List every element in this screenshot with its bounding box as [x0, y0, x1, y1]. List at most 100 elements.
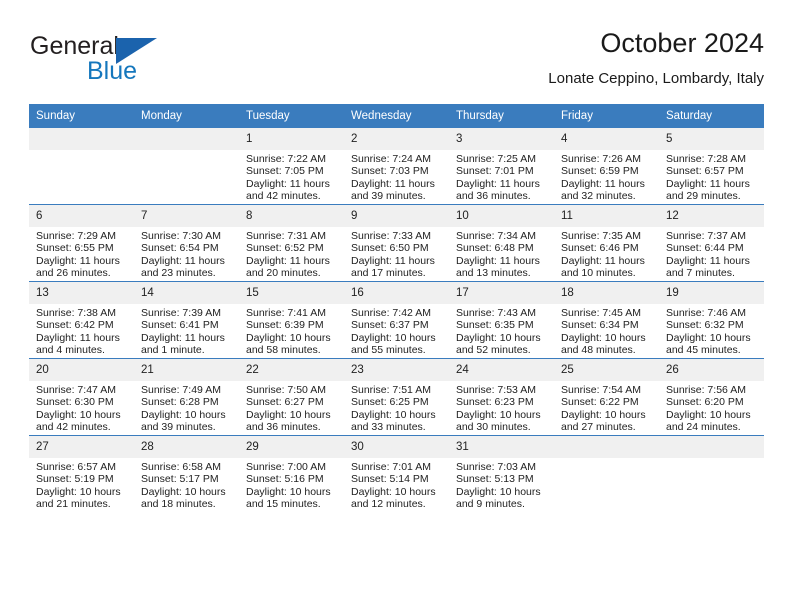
calendar-day-cell[interactable]: 13 Sunrise: 7:38 AM Sunset: 6:42 PM Dayligh… [29, 281, 134, 359]
day-details: Sunrise: 7:51 AM Sunset: 6:25 PM Daylight:… [344, 381, 449, 434]
sunset-text: Sunset: 5:17 PM [141, 473, 219, 486]
general-blue-logo[interactable]: General Blue [28, 26, 218, 88]
logo-text-general: General [30, 32, 119, 60]
calendar-day-cell[interactable]: 12 Sunrise: 7:37 AM Sunset: 6:44 PM Dayligh… [659, 204, 764, 282]
calendar-week-row: 6 Sunrise: 7:29 AM Sunset: 6:55 PM Daylight… [29, 204, 764, 282]
day-cell-inner: 11 Sunrise: 7:35 AM Sunset: 6:46 PM Dayligh… [554, 205, 659, 281]
day-cell-inner: 12 Sunrise: 7:37 AM Sunset: 6:44 PM Dayligh… [659, 205, 764, 281]
sunset-text: Sunset: 6:59 PM [561, 165, 639, 178]
calendar-day-cell[interactable]: 4 Sunrise: 7:26 AM Sunset: 6:59 PM Daylight… [554, 127, 659, 205]
calendar-day-cell[interactable]: 3 Sunrise: 7:25 AM Sunset: 7:01 PM Daylight… [449, 127, 554, 205]
daylight-text-line2: and 30 minutes. [456, 421, 531, 434]
daylight-text-line1: Daylight: 10 hours [141, 408, 226, 421]
calendar-day-cell[interactable]: 5 Sunrise: 7:28 AM Sunset: 6:57 PM Daylight… [659, 127, 764, 205]
daylight-text-line2: and 10 minutes. [561, 267, 636, 280]
calendar-day-cell[interactable]: 26 Sunrise: 7:56 AM Sunset: 6:20 PM Dayligh… [659, 358, 764, 436]
day-details: Sunrise: 7:42 AM Sunset: 6:37 PM Daylight:… [344, 304, 449, 357]
calendar-day-cell[interactable]: 1 Sunrise: 7:22 AM Sunset: 7:05 PM Daylight… [239, 127, 344, 205]
day-number: 3 [449, 128, 554, 150]
calendar-week-row: 27 Sunrise: 6:57 AM Sunset: 5:19 PM Dayligh… [29, 435, 764, 513]
day-details: Sunrise: 7:37 AM Sunset: 6:44 PM Daylight:… [659, 227, 764, 280]
calendar-day-cell[interactable]: 18 Sunrise: 7:45 AM Sunset: 6:34 PM Dayligh… [554, 281, 659, 359]
sunrise-text: Sunrise: 7:45 AM [561, 307, 641, 319]
day-cell-inner: 9 Sunrise: 7:33 AM Sunset: 6:50 PM Daylight… [344, 205, 449, 281]
sunset-text: Sunset: 6:37 PM [351, 319, 429, 332]
day-cell-inner [29, 128, 134, 204]
sunrise-text: Sunrise: 7:43 AM [456, 307, 536, 319]
calendar-day-cell[interactable]: 15 Sunrise: 7:41 AM Sunset: 6:39 PM Dayligh… [239, 281, 344, 359]
calendar-day-cell[interactable]: 17 Sunrise: 7:43 AM Sunset: 6:35 PM Dayligh… [449, 281, 554, 359]
calendar-body: 1 Sunrise: 7:22 AM Sunset: 7:05 PM Daylight… [29, 127, 764, 513]
calendar-day-cell[interactable]: 2 Sunrise: 7:24 AM Sunset: 7:03 PM Daylight… [344, 127, 449, 205]
sunset-text: Sunset: 6:39 PM [246, 319, 324, 332]
sunset-text: Sunset: 6:35 PM [456, 319, 534, 332]
day-details: Sunrise: 7:45 AM Sunset: 6:34 PM Daylight:… [554, 304, 659, 357]
day-details: Sunrise: 7:01 AM Sunset: 5:14 PM Daylight:… [344, 458, 449, 511]
daylight-text-line1: Daylight: 10 hours [666, 331, 751, 344]
day-details: Sunrise: 7:41 AM Sunset: 6:39 PM Daylight:… [239, 304, 344, 357]
daylight-text-line1: Daylight: 10 hours [36, 485, 121, 498]
day-cell-inner: 19 Sunrise: 7:46 AM Sunset: 6:32 PM Dayligh… [659, 282, 764, 358]
daylight-text-line2: and 55 minutes. [351, 344, 426, 357]
daylight-text-line2: and 24 minutes. [666, 421, 741, 434]
day-number: 26 [659, 359, 764, 381]
daylight-text-line2: and 4 minutes. [36, 344, 105, 357]
calendar-day-cell[interactable]: 10 Sunrise: 7:34 AM Sunset: 6:48 PM Dayligh… [449, 204, 554, 282]
calendar-day-cell[interactable]: 31 Sunrise: 7:03 AM Sunset: 5:13 PM Dayligh… [449, 435, 554, 513]
daylight-text-line2: and 21 minutes. [36, 498, 111, 511]
day-cell-inner: 8 Sunrise: 7:31 AM Sunset: 6:52 PM Daylight… [239, 205, 344, 281]
daylight-text-line2: and 26 minutes. [36, 267, 111, 280]
calendar-week-row: 20 Sunrise: 7:47 AM Sunset: 6:30 PM Dayligh… [29, 358, 764, 436]
calendar-day-cell[interactable]: 9 Sunrise: 7:33 AM Sunset: 6:50 PM Daylight… [344, 204, 449, 282]
weekday-header-monday: Monday [134, 104, 239, 128]
sunset-text: Sunset: 6:34 PM [561, 319, 639, 332]
logo-text-blue: Blue [87, 57, 138, 85]
sunset-text: Sunset: 7:05 PM [246, 165, 324, 178]
calendar-day-cell[interactable]: 29 Sunrise: 7:00 AM Sunset: 5:16 PM Dayligh… [239, 435, 344, 513]
day-number: 16 [344, 282, 449, 304]
calendar-day-cell[interactable]: 7 Sunrise: 7:30 AM Sunset: 6:54 PM Daylight… [134, 204, 239, 282]
day-number [554, 436, 659, 458]
sunset-text: Sunset: 5:14 PM [351, 473, 429, 486]
day-details: Sunrise: 7:29 AM Sunset: 6:55 PM Daylight:… [29, 227, 134, 280]
calendar-day-cell[interactable]: 21 Sunrise: 7:49 AM Sunset: 6:28 PM Dayligh… [134, 358, 239, 436]
daylight-text-line2: and 27 minutes. [561, 421, 636, 434]
calendar-day-cell[interactable]: 27 Sunrise: 6:57 AM Sunset: 5:19 PM Dayligh… [29, 435, 134, 513]
weekday-header-thursday: Thursday [449, 104, 554, 128]
sunrise-text: Sunrise: 7:28 AM [666, 153, 746, 165]
daylight-text-line1: Daylight: 10 hours [456, 408, 541, 421]
calendar-day-cell[interactable]: 23 Sunrise: 7:51 AM Sunset: 6:25 PM Dayligh… [344, 358, 449, 436]
sunset-text: Sunset: 6:30 PM [36, 396, 114, 409]
daylight-text-line1: Daylight: 11 hours [141, 254, 225, 267]
sunrise-text: Sunrise: 7:50 AM [246, 384, 326, 396]
page-title: October 2024 [600, 28, 764, 58]
daylight-text-line1: Daylight: 10 hours [351, 331, 436, 344]
calendar-day-cell[interactable]: 11 Sunrise: 7:35 AM Sunset: 6:46 PM Dayligh… [554, 204, 659, 282]
daylight-text-line2: and 12 minutes. [351, 498, 426, 511]
day-cell-inner: 25 Sunrise: 7:54 AM Sunset: 6:22 PM Dayligh… [554, 359, 659, 435]
day-number: 17 [449, 282, 554, 304]
calendar-day-cell[interactable]: 8 Sunrise: 7:31 AM Sunset: 6:52 PM Daylight… [239, 204, 344, 282]
daylight-text-line2: and 23 minutes. [141, 267, 216, 280]
day-details: Sunrise: 7:56 AM Sunset: 6:20 PM Daylight:… [659, 381, 764, 434]
daylight-text-line1: Daylight: 11 hours [351, 254, 435, 267]
day-number: 28 [134, 436, 239, 458]
calendar-cell-empty [659, 435, 764, 513]
calendar-day-cell[interactable]: 20 Sunrise: 7:47 AM Sunset: 6:30 PM Dayligh… [29, 358, 134, 436]
calendar-day-cell[interactable]: 30 Sunrise: 7:01 AM Sunset: 5:14 PM Dayligh… [344, 435, 449, 513]
sunset-text: Sunset: 6:50 PM [351, 242, 429, 255]
calendar-day-cell[interactable]: 24 Sunrise: 7:53 AM Sunset: 6:23 PM Dayligh… [449, 358, 554, 436]
calendar-cell-empty [134, 127, 239, 205]
calendar-day-cell[interactable]: 16 Sunrise: 7:42 AM Sunset: 6:37 PM Dayligh… [344, 281, 449, 359]
calendar-day-cell[interactable]: 28 Sunrise: 6:58 AM Sunset: 5:17 PM Dayligh… [134, 435, 239, 513]
day-number: 15 [239, 282, 344, 304]
sunset-text: Sunset: 6:32 PM [666, 319, 744, 332]
calendar-day-cell[interactable]: 25 Sunrise: 7:54 AM Sunset: 6:22 PM Dayligh… [554, 358, 659, 436]
daylight-text-line2: and 48 minutes. [561, 344, 636, 357]
calendar-day-cell[interactable]: 19 Sunrise: 7:46 AM Sunset: 6:32 PM Dayligh… [659, 281, 764, 359]
calendar-day-cell[interactable]: 14 Sunrise: 7:39 AM Sunset: 6:41 PM Dayligh… [134, 281, 239, 359]
calendar-day-cell[interactable]: 22 Sunrise: 7:50 AM Sunset: 6:27 PM Dayligh… [239, 358, 344, 436]
day-details: Sunrise: 7:35 AM Sunset: 6:46 PM Daylight:… [554, 227, 659, 280]
calendar-day-cell[interactable]: 6 Sunrise: 7:29 AM Sunset: 6:55 PM Daylight… [29, 204, 134, 282]
sunrise-text: Sunrise: 7:34 AM [456, 230, 536, 242]
